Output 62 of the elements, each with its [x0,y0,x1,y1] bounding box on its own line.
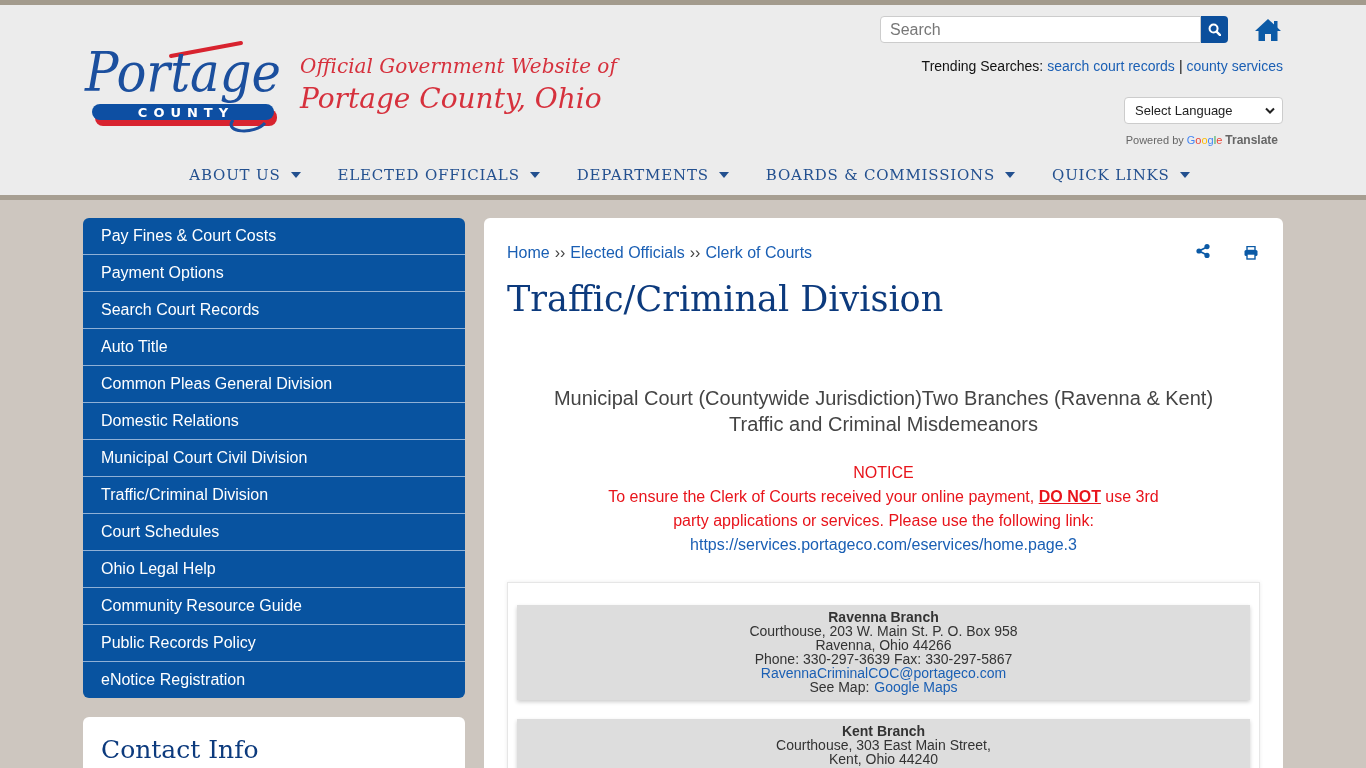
map-label: See Map: [809,680,870,694]
address-line: Kent, Ohio 44240 [829,752,938,766]
nav-menu[interactable]: ELECTED OFFICIALS [337,163,540,187]
subtitle-text: Traffic and Criminal Misdemeanors [729,412,1038,437]
sidebar-link[interactable]: Public Records Policy [83,624,465,661]
section-heading: Contact Info [101,734,260,766]
nav-menu[interactable]: BOARDS & COMMISSIONS [765,163,1016,187]
email-link[interactable]: RavennaCriminalCOC@portageco.com [760,666,1007,680]
caret-icon [1179,172,1190,178]
nav-menu[interactable]: DEPARTMENTS [576,163,729,187]
subtitle-text: Municipal Court (Countywide Jurisdiction)Two Branches (Ravenna & Kent) [553,386,1214,411]
page-title: Traffic/Criminal Division [507,279,945,319]
caret-icon [718,172,729,178]
sidebar-link[interactable]: Pay Fines & Court Costs [83,218,465,254]
sidebar-link[interactable]: Municipal Court Civil Division [83,439,465,476]
address-line: Ravenna, Ohio 44266 [815,638,952,652]
chevron-icon [1265,107,1275,114]
caret-icon [290,172,301,178]
trending-link[interactable]: search court records [1047,56,1175,76]
branch-name: Kent Branch [841,724,926,738]
address-line: Courthouse, 203 W. Main St. P. O. Box 958 [749,624,1018,638]
sidebar-link[interactable]: Auto Title [83,328,465,365]
sidebar-link[interactable]: Ohio Legal Help [83,550,465,587]
branch-name: Ravenna Branch [828,610,939,624]
notice-heading: NOTICE [853,463,914,483]
sidebar-link[interactable]: eNotice Registration [83,661,465,698]
address-line: Phone: 330-297-3639 Fax: 330-297-5867 [754,652,1013,666]
sidebar-link[interactable]: Payment Options [83,254,465,291]
nav-menu[interactable]: ABOUT US [189,163,301,187]
site-name: Portage County, Ohio [300,83,603,115]
sidebar-link[interactable]: Court Schedules [83,513,465,550]
nav-menu[interactable]: QUICK LINKS [1052,163,1190,187]
sidebar-link[interactable]: Traffic/Criminal Division [83,476,465,513]
caret-icon [1005,172,1016,178]
sidebar-link[interactable]: Domestic Relations [83,402,465,439]
breadcrumb-separator: ›› [554,243,566,263]
print-icon[interactable] [1244,246,1258,260]
map-link[interactable]: Google Maps [874,680,958,694]
search-button[interactable] [1201,16,1228,43]
breadcrumb-link[interactable]: Home [507,241,550,265]
home-icon[interactable] [1254,17,1282,42]
sidebar-link[interactable]: Search Court Records [83,291,465,328]
county-logo[interactable]: Portage COUNTY [83,27,288,135]
translate-label: Translate [1225,133,1278,147]
powered-by-label: Powered by [1125,133,1184,147]
sidebar-link[interactable]: Common Pleas General Division [83,365,465,402]
search-icon [1208,23,1221,36]
google-logo: Google [1186,133,1223,147]
search-field[interactable]: Search [880,16,1201,43]
address-line: Courthouse, 303 East Main Street, [776,738,991,752]
link-separator: | [1178,57,1183,76]
notice-text: To ensure the Clerk of Courts received your online payment, DO NOT use 3rd party applications or services. Please use the following link: [607,487,1160,531]
notice-link[interactable]: https://services.portageco.com/eservices/home.page.3 [690,533,1077,557]
trending-link[interactable]: county services [1186,56,1283,76]
breadcrumb-link[interactable]: Clerk of Courts [705,241,813,265]
sidebar-link[interactable]: Community Resource Guide [83,587,465,624]
trending-label: Trending Searches: [921,57,1044,76]
share-icon[interactable] [1196,244,1210,258]
language-select[interactable]: Select Language [1124,97,1283,124]
breadcrumb-link[interactable]: Elected Officials [570,241,685,265]
breadcrumb-separator: ›› [689,243,701,263]
caret-icon [529,172,540,178]
